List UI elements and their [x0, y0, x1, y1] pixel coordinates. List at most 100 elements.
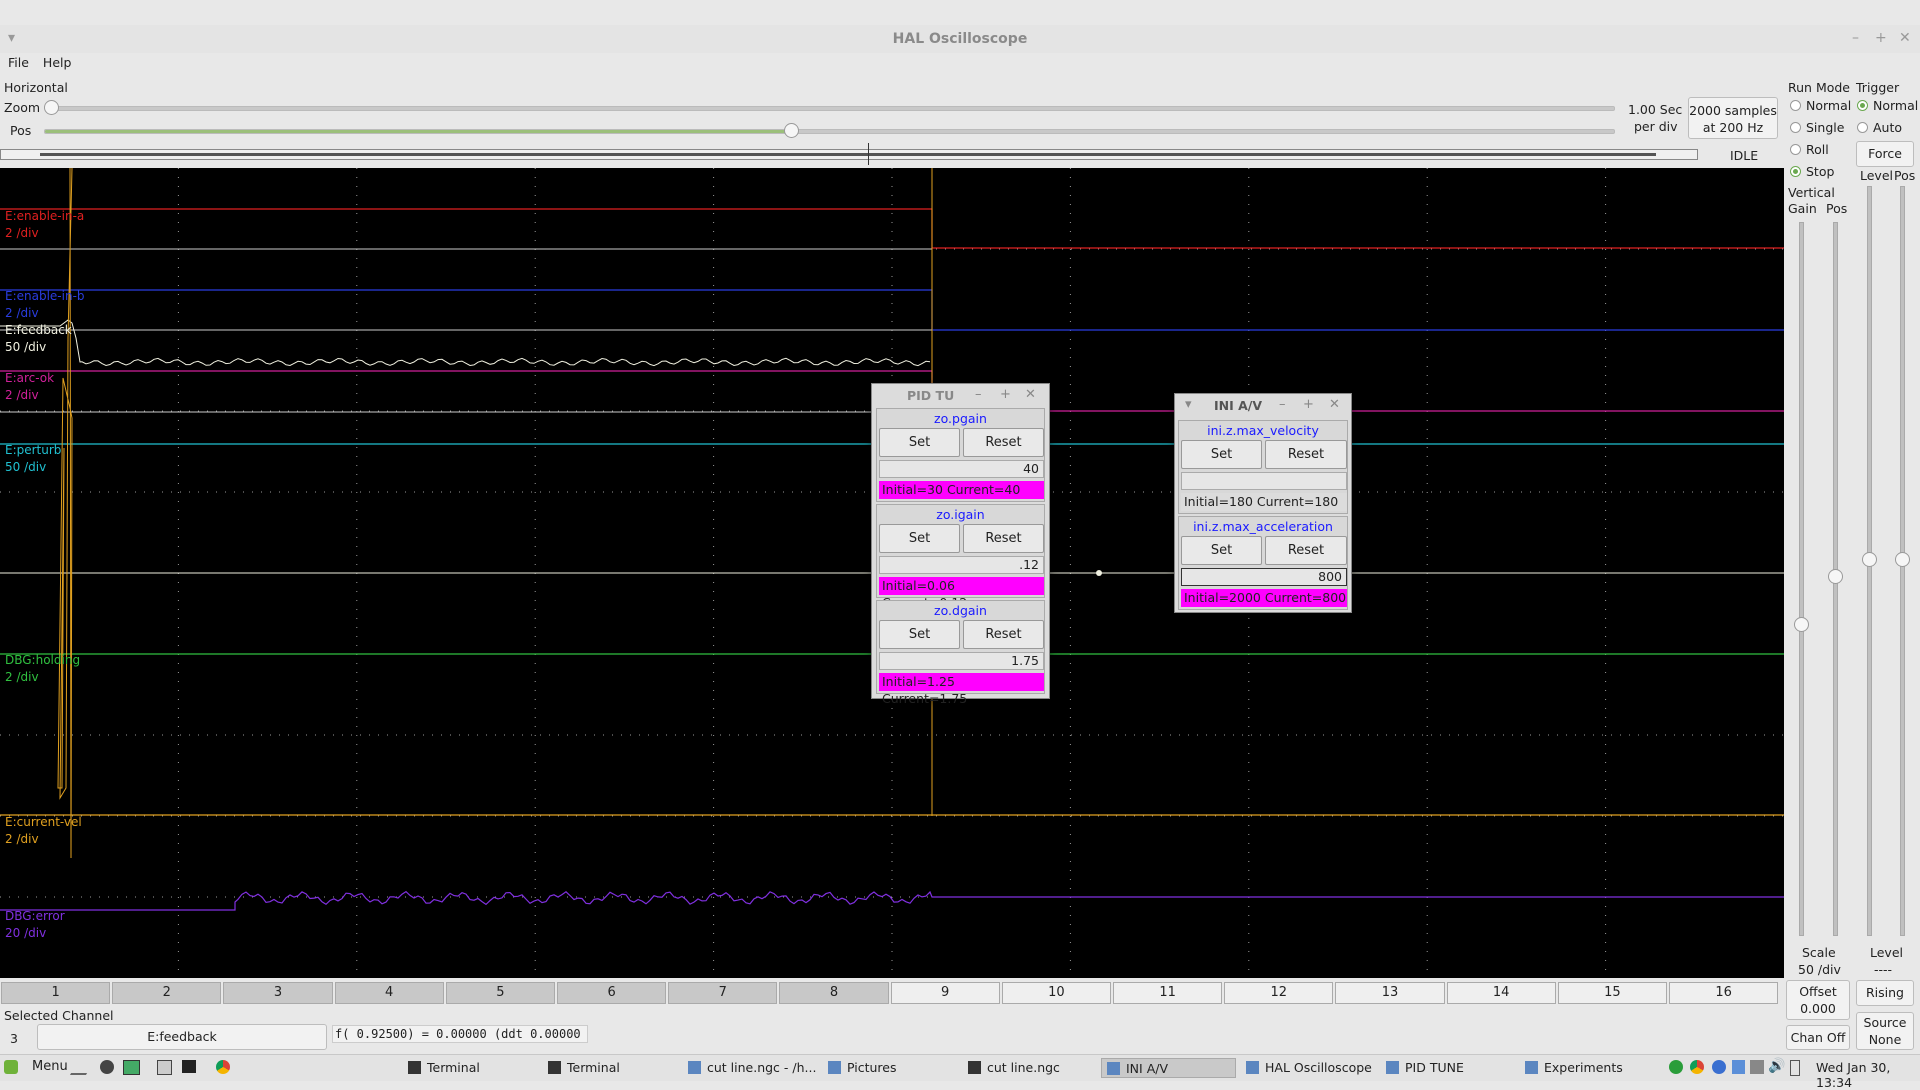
menu-button[interactable]: Menu	[32, 1059, 68, 1074]
pid-pgain-set-button[interactable]: Set	[879, 428, 960, 457]
run-mode-stop-label: Stop	[1806, 164, 1835, 179]
run-mode-normal-radio[interactable]	[1790, 100, 1801, 111]
pid-dgain-set-button[interactable]: Set	[879, 620, 960, 649]
shield-icon[interactable]	[1732, 1060, 1745, 1074]
run-mode-stop-radio[interactable]	[1790, 166, 1801, 177]
update-icon[interactable]	[1669, 1060, 1683, 1074]
pid-maximize-icon[interactable]: +	[1000, 387, 1011, 402]
channel-tab-14[interactable]: 14	[1446, 982, 1556, 1004]
task-icon	[968, 1061, 981, 1074]
vertical-gain-handle[interactable]	[1794, 617, 1809, 632]
task-hal-oscilloscope[interactable]: HAL Oscilloscope	[1241, 1058, 1376, 1078]
force-button[interactable]: Force	[1856, 141, 1914, 167]
channel-tab-13[interactable]: 13	[1335, 982, 1445, 1004]
ini-max-velocity-input[interactable]	[1181, 472, 1347, 490]
ini-max-velocity-set-button[interactable]: Set	[1181, 440, 1262, 469]
pid-pgain-input[interactable]: 40	[879, 460, 1044, 478]
channel-tab-4[interactable]: 4	[334, 982, 444, 1004]
pid-igain-reset-button[interactable]: Reset	[963, 524, 1044, 553]
source-label: Source	[1863, 1015, 1907, 1030]
ini-window-menu-icon[interactable]: ▾	[1185, 397, 1192, 412]
menu-help[interactable]: Help	[43, 55, 72, 70]
task-cut-line[interactable]: cut line.ngc	[963, 1058, 1098, 1078]
chan-off-button[interactable]: Chan Off	[1786, 1025, 1850, 1050]
network-icon[interactable]	[1750, 1060, 1764, 1074]
samples-button[interactable]: 2000 samples at 200 Hz	[1688, 97, 1778, 139]
volume-icon[interactable]: 🔊	[1768, 1058, 1785, 1074]
task-ini-av[interactable]: INI A/V	[1101, 1058, 1236, 1078]
ini-close-icon[interactable]: ✕	[1329, 397, 1340, 412]
app-icon[interactable]	[100, 1060, 114, 1074]
task-pictures[interactable]: Pictures	[823, 1058, 958, 1078]
window-title: HAL Oscilloscope	[892, 31, 1028, 47]
chrome-icon[interactable]	[216, 1060, 230, 1074]
channel-tab-6[interactable]: 6	[557, 982, 667, 1004]
ini-max-acceleration-set-button[interactable]: Set	[1181, 536, 1262, 565]
minimize-button[interactable]: –	[1852, 30, 1859, 46]
info-icon[interactable]	[1712, 1060, 1726, 1074]
trigger-auto-radio[interactable]	[1857, 122, 1868, 133]
channel-tab-10[interactable]: 10	[1001, 982, 1111, 1004]
pid-igain-set-button[interactable]: Set	[879, 524, 960, 553]
zoom-slider-handle[interactable]	[44, 100, 59, 115]
run-mode-single-radio[interactable]	[1790, 122, 1801, 133]
ini-av-titlebar[interactable]: ▾ INI A/V – + ✕	[1175, 394, 1351, 416]
terminal-launcher-icon[interactable]	[182, 1060, 196, 1073]
ini-max-acceleration-input[interactable]: 800	[1181, 568, 1347, 586]
zoom-slider[interactable]	[48, 106, 1615, 111]
vertical-gain-slider[interactable]	[1799, 222, 1804, 936]
tool-icon[interactable]	[69, 1061, 95, 1075]
task-terminal-2[interactable]: Terminal	[543, 1058, 678, 1078]
task-cut-line-editor[interactable]: cut line.ngc - /h...	[683, 1058, 818, 1078]
ini-minimize-icon[interactable]: –	[1279, 397, 1286, 412]
task-terminal-1[interactable]: Terminal	[403, 1058, 538, 1078]
channel-tab-1[interactable]: 1	[1, 982, 111, 1004]
maximize-button[interactable]: +	[1875, 30, 1887, 46]
tray-chrome-icon[interactable]	[1690, 1060, 1704, 1074]
vertical-pos-handle[interactable]	[1828, 569, 1843, 584]
channel-tab-8[interactable]: 8	[779, 982, 889, 1004]
mint-logo-icon[interactable]	[4, 1060, 18, 1074]
zoom-label: Zoom	[4, 100, 41, 115]
channel-tab-2[interactable]: 2	[112, 982, 222, 1004]
offset-button[interactable]: Offset 0.000	[1786, 980, 1850, 1020]
trigger-normal-radio[interactable]	[1857, 100, 1868, 111]
task-experiments[interactable]: Experiments	[1520, 1058, 1655, 1078]
close-button[interactable]: ✕	[1899, 30, 1911, 46]
run-mode-roll-radio[interactable]	[1790, 144, 1801, 155]
clock[interactable]: Wed Jan 30, 13:34	[1816, 1060, 1920, 1090]
channel-tab-15[interactable]: 15	[1557, 982, 1667, 1004]
pid-dgain-input[interactable]: 1.75	[879, 652, 1044, 670]
pos-slider-handle[interactable]	[784, 123, 799, 138]
show-desktop-icon[interactable]	[157, 1060, 172, 1075]
channel-tab-16[interactable]: 16	[1669, 982, 1779, 1004]
selected-channel-button[interactable]: E:feedback	[37, 1024, 327, 1050]
trigger-level-handle[interactable]	[1862, 552, 1877, 567]
level-label: Level	[1870, 945, 1903, 960]
pid-igain-input[interactable]: .12	[879, 556, 1044, 574]
task-pid-tune[interactable]: PID TUNE	[1381, 1058, 1516, 1078]
pid-minimize-icon[interactable]: –	[975, 387, 982, 402]
pid-dgain-reset-button[interactable]: Reset	[963, 620, 1044, 649]
ini-max-acceleration-reset-button[interactable]: Reset	[1265, 536, 1347, 565]
trigger-pos-handle[interactable]	[1895, 552, 1910, 567]
battery-icon[interactable]	[1790, 1060, 1800, 1076]
source-button[interactable]: Source None	[1856, 1012, 1914, 1050]
channel-tab-12[interactable]: 12	[1224, 982, 1334, 1004]
task-icon	[1107, 1062, 1120, 1075]
pid-tune-titlebar[interactable]: PID TU – + ✕	[872, 384, 1049, 406]
channel-tab-3[interactable]: 3	[223, 982, 333, 1004]
pid-pgain-reset-button[interactable]: Reset	[963, 428, 1044, 457]
rising-button[interactable]: Rising	[1856, 980, 1914, 1006]
ini-max-velocity-reset-button[interactable]: Reset	[1265, 440, 1347, 469]
ini-maximize-icon[interactable]: +	[1303, 397, 1314, 412]
files-icon[interactable]	[123, 1060, 140, 1075]
channel-tab-9[interactable]: 9	[890, 982, 1000, 1004]
channel-tab-5[interactable]: 5	[445, 982, 555, 1004]
channel-tab-7[interactable]: 7	[668, 982, 778, 1004]
pid-close-icon[interactable]: ✕	[1025, 387, 1036, 402]
menu-file[interactable]: File	[8, 55, 29, 70]
trace-feedback	[0, 319, 931, 367]
record-window-indicator	[40, 153, 1656, 156]
channel-tab-11[interactable]: 11	[1113, 982, 1223, 1004]
